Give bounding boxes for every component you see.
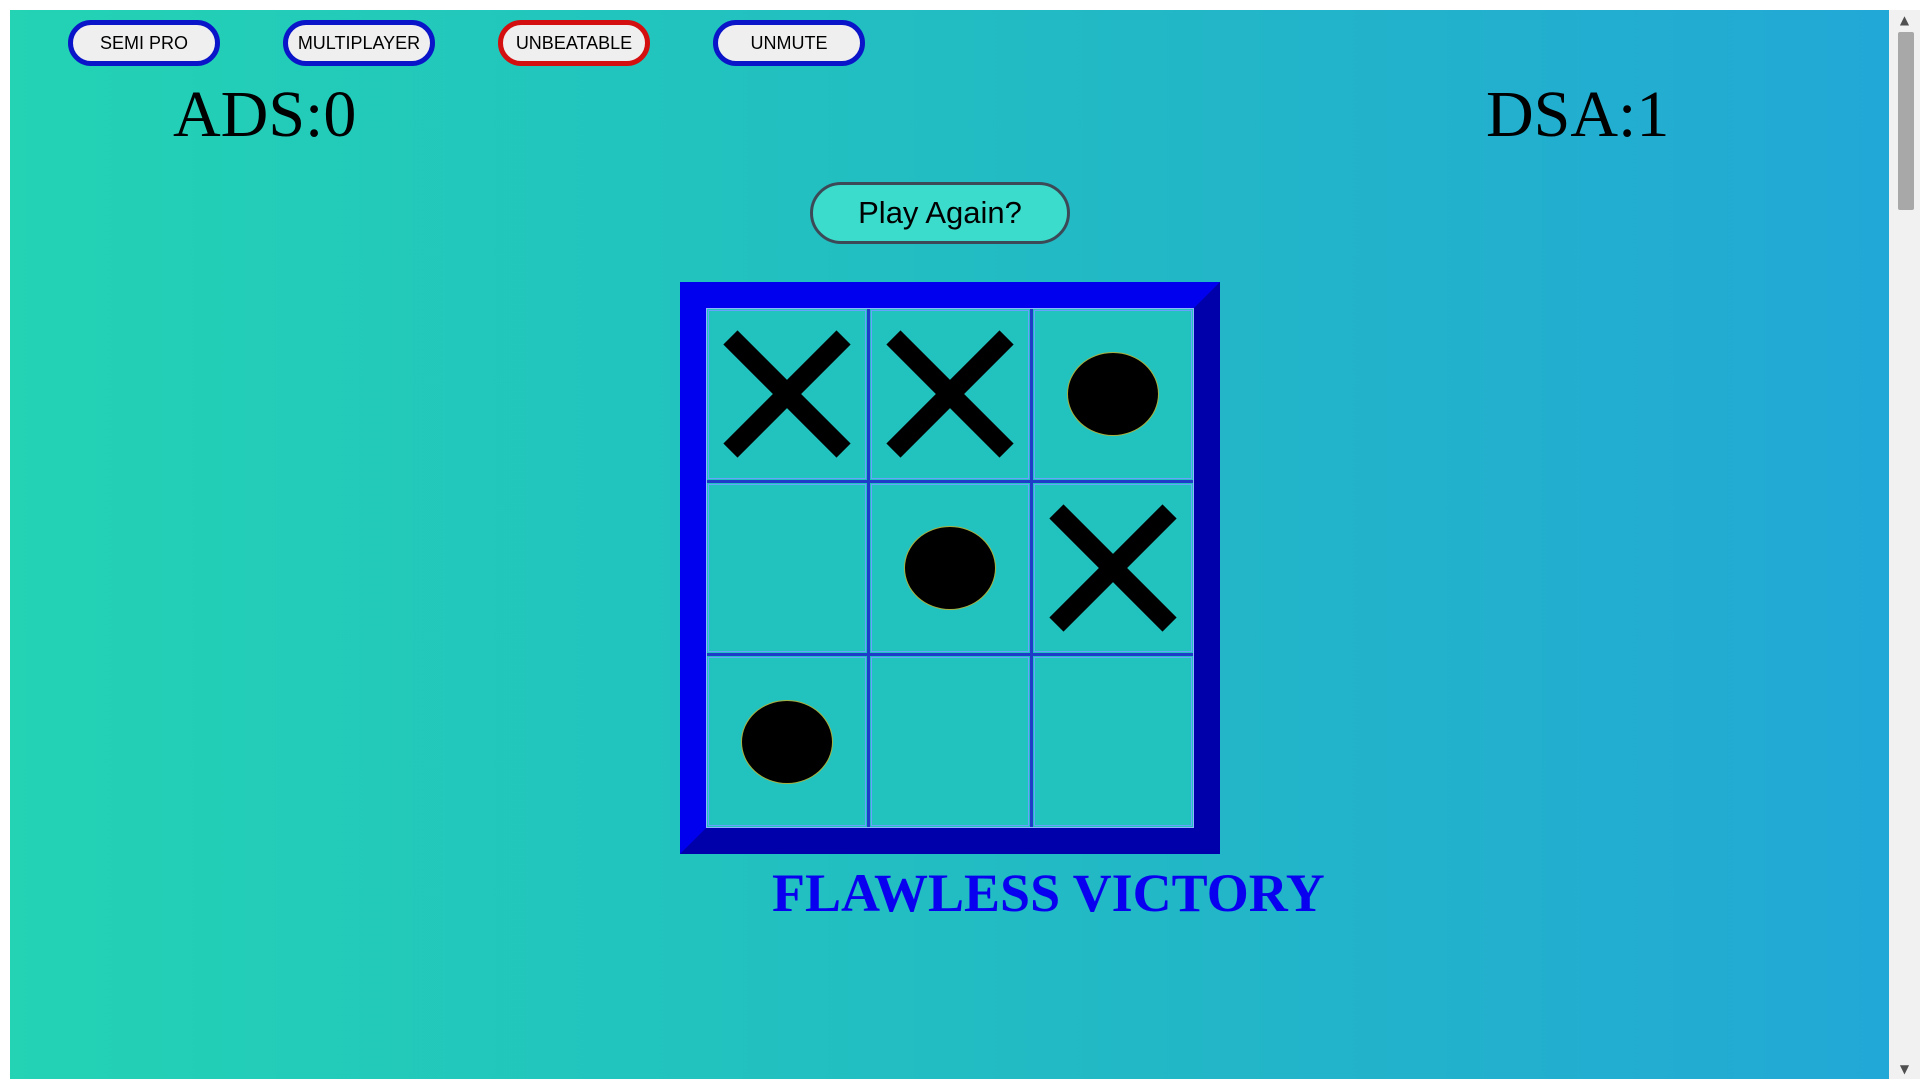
game-page: SEMI PRO MULTIPLAYER UNBEATABLE UNMUTE A… bbox=[10, 10, 1889, 1079]
unmute-button[interactable]: UNMUTE bbox=[713, 20, 865, 66]
tic-tac-toe-board bbox=[706, 308, 1194, 828]
x-mark-icon bbox=[721, 328, 853, 460]
unbeatable-button[interactable]: UNBEATABLE bbox=[498, 20, 650, 66]
board-cell-2-0[interactable] bbox=[707, 656, 867, 827]
scroll-up-arrow-icon[interactable]: ▲ bbox=[1889, 10, 1920, 30]
x-mark-icon bbox=[1047, 502, 1179, 634]
board-cell-0-1[interactable] bbox=[870, 309, 1030, 480]
board-cell-2-2[interactable] bbox=[1033, 656, 1193, 827]
board-cell-1-2[interactable] bbox=[1033, 482, 1193, 654]
board-cell-0-2[interactable] bbox=[1033, 309, 1193, 480]
semi-pro-button[interactable]: SEMI PRO bbox=[68, 20, 220, 66]
board-cell-1-0[interactable] bbox=[707, 482, 867, 654]
board-cell-1-1[interactable] bbox=[870, 482, 1030, 654]
multiplayer-button[interactable]: MULTIPLAYER bbox=[283, 20, 435, 66]
scrollbar-thumb[interactable] bbox=[1898, 32, 1914, 210]
board-frame bbox=[680, 282, 1220, 854]
board-cell-2-1[interactable] bbox=[870, 656, 1030, 827]
player-score: ADS:0 bbox=[173, 78, 357, 151]
scroll-down-arrow-icon[interactable]: ▼ bbox=[1889, 1059, 1920, 1079]
x-mark-icon bbox=[884, 328, 1016, 460]
o-mark-icon bbox=[1067, 352, 1159, 437]
o-mark-icon bbox=[904, 525, 996, 610]
result-message: FLAWLESS VICTORY bbox=[772, 863, 1325, 923]
board-cell-0-0[interactable] bbox=[707, 309, 867, 480]
o-mark-icon bbox=[741, 699, 833, 784]
play-again-button[interactable]: Play Again? bbox=[810, 182, 1070, 244]
computer-score: DSA:1 bbox=[1486, 78, 1670, 151]
vertical-scrollbar[interactable]: ▲ ▼ bbox=[1889, 10, 1920, 1079]
